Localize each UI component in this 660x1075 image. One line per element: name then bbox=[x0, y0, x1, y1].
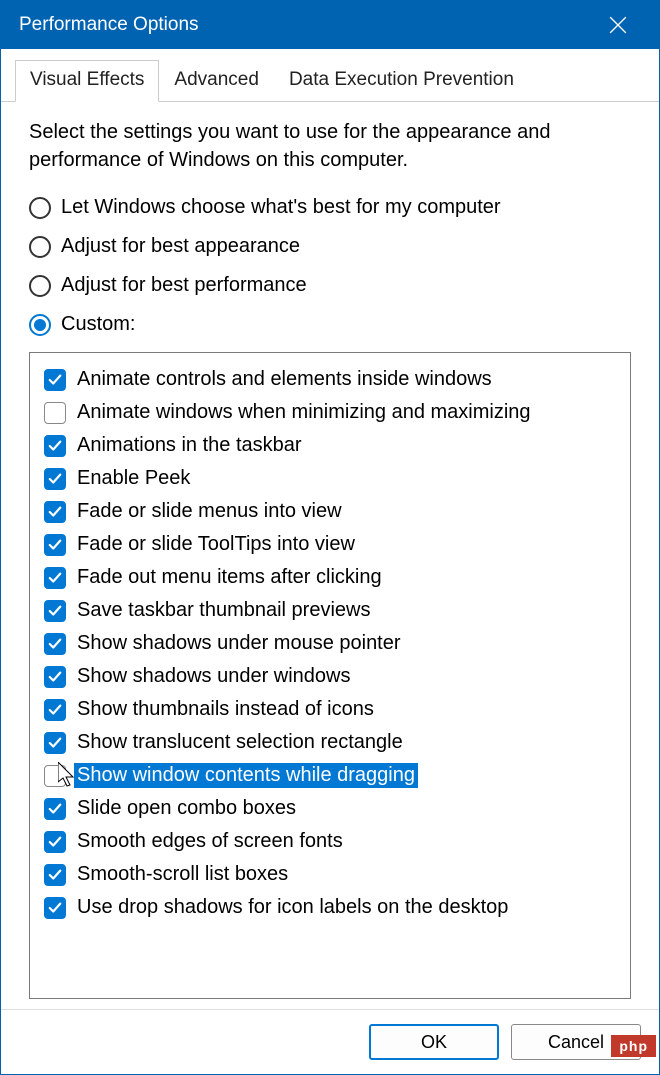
radio-label: Adjust for best appearance bbox=[61, 235, 300, 258]
checkbox-indicator bbox=[44, 798, 66, 820]
checkbox-option[interactable]: Save taskbar thumbnail previews bbox=[44, 594, 616, 627]
checkbox-label: Use drop shadows for icon labels on the … bbox=[74, 895, 511, 920]
checkbox-indicator bbox=[44, 435, 66, 457]
checkbox-label: Show shadows under mouse pointer bbox=[74, 631, 404, 656]
checkbox-option[interactable]: Show translucent selection rectangle bbox=[44, 726, 616, 759]
performance-options-window: Performance Options Visual EffectsAdvanc… bbox=[0, 0, 660, 1075]
checkbox-option[interactable]: Animations in the taskbar bbox=[44, 429, 616, 462]
radio-indicator bbox=[29, 275, 51, 297]
checkbox-option[interactable]: Show shadows under mouse pointer bbox=[44, 627, 616, 660]
checkbox-indicator bbox=[44, 699, 66, 721]
checkbox-label: Animations in the taskbar bbox=[74, 433, 305, 458]
checkbox-indicator bbox=[44, 831, 66, 853]
checkbox-indicator bbox=[44, 402, 66, 424]
radio-option[interactable]: Adjust for best performance bbox=[29, 274, 631, 297]
checkbox-label: Show window contents while dragging bbox=[74, 763, 418, 788]
checkbox-label: Show shadows under windows bbox=[74, 664, 354, 689]
radio-indicator bbox=[29, 197, 51, 219]
radio-group: Let Windows choose what's best for my co… bbox=[29, 196, 631, 336]
checkbox-label: Save taskbar thumbnail previews bbox=[74, 598, 373, 623]
radio-label: Let Windows choose what's best for my co… bbox=[61, 196, 501, 219]
checkbox-indicator bbox=[44, 765, 66, 787]
checkbox-label: Fade or slide ToolTips into view bbox=[74, 532, 358, 557]
checkbox-label: Fade or slide menus into view bbox=[74, 499, 345, 524]
checkbox-indicator bbox=[44, 534, 66, 556]
checkbox-indicator bbox=[44, 369, 66, 391]
checkbox-option[interactable]: Show shadows under windows bbox=[44, 660, 616, 693]
checkbox-option[interactable]: Fade or slide ToolTips into view bbox=[44, 528, 616, 561]
radio-label: Custom: bbox=[61, 313, 135, 336]
checkbox-label: Slide open combo boxes bbox=[74, 796, 299, 821]
tab-bar: Visual EffectsAdvancedData Execution Pre… bbox=[1, 59, 659, 102]
checkbox-label: Show thumbnails instead of icons bbox=[74, 697, 377, 722]
checkbox-option[interactable]: Fade out menu items after clicking bbox=[44, 561, 616, 594]
checkbox-indicator bbox=[44, 600, 66, 622]
visual-effects-list[interactable]: Animate controls and elements inside win… bbox=[29, 352, 631, 999]
checkbox-option[interactable]: Smooth-scroll list boxes bbox=[44, 858, 616, 891]
checkbox-indicator bbox=[44, 666, 66, 688]
tab-visual-effects[interactable]: Visual Effects bbox=[15, 60, 159, 102]
checkbox-indicator bbox=[44, 864, 66, 886]
checkbox-label: Animate controls and elements inside win… bbox=[74, 367, 495, 392]
titlebar: Performance Options bbox=[1, 1, 659, 49]
checkbox-indicator bbox=[44, 897, 66, 919]
button-bar: OK Cancel bbox=[1, 1009, 659, 1074]
close-button[interactable] bbox=[595, 2, 641, 48]
checkbox-indicator bbox=[44, 732, 66, 754]
window-title: Performance Options bbox=[19, 14, 199, 36]
checkbox-indicator bbox=[44, 468, 66, 490]
checkbox-option[interactable]: Enable Peek bbox=[44, 462, 616, 495]
radio-label: Adjust for best performance bbox=[61, 274, 307, 297]
radio-indicator bbox=[29, 314, 51, 336]
checkbox-option[interactable]: Smooth edges of screen fonts bbox=[44, 825, 616, 858]
checkbox-option[interactable]: Use drop shadows for icon labels on the … bbox=[44, 891, 616, 924]
checkbox-label: Show translucent selection rectangle bbox=[74, 730, 406, 755]
ok-button[interactable]: OK bbox=[369, 1024, 499, 1060]
checkbox-indicator bbox=[44, 501, 66, 523]
checkbox-option[interactable]: Animate controls and elements inside win… bbox=[44, 363, 616, 396]
radio-option[interactable]: Let Windows choose what's best for my co… bbox=[29, 196, 631, 219]
checkbox-option[interactable]: Fade or slide menus into view bbox=[44, 495, 616, 528]
checkbox-label: Enable Peek bbox=[74, 466, 193, 491]
checkbox-label: Smooth edges of screen fonts bbox=[74, 829, 346, 854]
checkbox-label: Animate windows when minimizing and maxi… bbox=[74, 400, 534, 425]
radio-indicator bbox=[29, 236, 51, 258]
radio-option[interactable]: Custom: bbox=[29, 313, 631, 336]
checkbox-option[interactable]: Show window contents while dragging bbox=[44, 759, 616, 792]
close-icon bbox=[609, 16, 627, 34]
radio-option[interactable]: Adjust for best appearance bbox=[29, 235, 631, 258]
checkbox-option[interactable]: Animate windows when minimizing and maxi… bbox=[44, 396, 616, 429]
description-text: Select the settings you want to use for … bbox=[29, 118, 631, 174]
tab-data-execution-prevention[interactable]: Data Execution Prevention bbox=[274, 60, 529, 102]
checkbox-indicator bbox=[44, 567, 66, 589]
watermark: php bbox=[611, 1035, 656, 1057]
tab-advanced[interactable]: Advanced bbox=[159, 60, 274, 102]
checkbox-option[interactable]: Show thumbnails instead of icons bbox=[44, 693, 616, 726]
checkbox-option[interactable]: Slide open combo boxes bbox=[44, 792, 616, 825]
checkbox-label: Smooth-scroll list boxes bbox=[74, 862, 291, 887]
checkbox-indicator bbox=[44, 633, 66, 655]
tab-content: Select the settings you want to use for … bbox=[1, 102, 659, 1009]
checkbox-label: Fade out menu items after clicking bbox=[74, 565, 385, 590]
